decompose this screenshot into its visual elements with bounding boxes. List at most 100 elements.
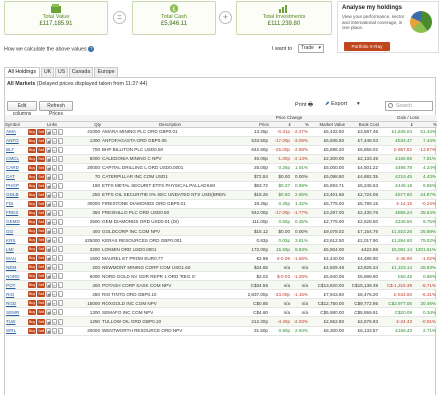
portfolio-xray-button[interactable]: Portfolio X-Ray [344,42,390,51]
chart-icon[interactable]: ▦ [46,318,52,325]
news-icon[interactable]: ≡ [52,327,58,334]
chart-icon[interactable]: ▦ [46,273,52,280]
sell-button[interactable]: Sell [37,291,46,298]
symbol-link[interactable]: ANTO [6,138,19,143]
holding-symbol[interactable]: RIO [5,289,27,300]
holding-symbol[interactable]: RGD [5,298,27,309]
holding-symbol[interactable]: CARD [5,163,27,173]
help-icon[interactable]: ? [88,46,95,52]
buy-button[interactable]: Buy [28,327,37,334]
news-icon[interactable]: ≡ [52,155,58,162]
holding-symbol[interactable]: LMI [5,244,27,255]
chart-icon[interactable]: ▦ [46,255,52,262]
chart-icon[interactable]: ▦ [46,309,52,316]
news-icon[interactable]: ≡ [52,164,58,171]
holding-symbol[interactable]: FRES [5,208,27,218]
alert-icon[interactable]: ! [58,255,64,262]
holding-symbol[interactable]: CMCL [5,154,27,164]
alert-icon[interactable]: ! [58,246,64,253]
chart-icon[interactable]: ▦ [46,200,52,207]
tab-uk[interactable]: UK [41,67,54,77]
buy-button[interactable]: Buy [28,155,37,162]
symbol-link[interactable]: BLT [6,147,14,152]
export-button[interactable]: ⬈ Export [325,101,347,107]
news-icon[interactable]: ≡ [52,255,58,262]
alert-icon[interactable]: ! [58,128,64,135]
buy-button[interactable]: Buy [28,209,37,216]
alert-icon[interactable]: ! [58,137,64,144]
news-icon[interactable]: ≡ [52,146,58,153]
sell-button[interactable]: Sell [37,182,46,189]
alert-icon[interactable]: ! [58,273,64,280]
alert-icon[interactable]: ! [58,191,64,198]
chart-icon[interactable]: ▦ [46,228,52,235]
symbol-link[interactable]: NORD [6,274,20,279]
sell-button[interactable]: Sell [37,246,46,253]
print-button[interactable]: Print 🖶 [295,101,313,110]
news-icon[interactable]: ≡ [52,282,58,289]
news-icon[interactable]: ≡ [52,137,58,144]
news-icon[interactable]: ≡ [52,182,58,189]
symbol-link[interactable]: TLW [6,319,15,324]
sell-button[interactable]: Sell [37,164,46,171]
symbol-link[interactable]: WRL [6,328,16,333]
news-icon[interactable]: ≡ [52,237,58,244]
sell-button[interactable]: Sell [37,228,46,235]
chart-icon[interactable]: ▦ [46,173,52,180]
sell-button[interactable]: Sell [37,327,46,334]
symbol-link[interactable]: PHGP [6,183,19,188]
holding-symbol[interactable]: NEM [5,262,27,273]
buy-button[interactable]: Buy [28,191,37,198]
buy-button[interactable]: Buy [28,128,37,135]
buy-button[interactable]: Buy [28,246,37,253]
news-icon[interactable]: ≡ [52,191,58,198]
symbol-link[interactable]: GEMD [6,219,20,224]
buy-button[interactable]: Buy [28,264,37,271]
sell-button[interactable]: Sell [37,273,46,280]
sell-button[interactable]: Sell [37,173,46,180]
symbol-link[interactable]: CAT [6,174,15,179]
chart-icon[interactable]: ▦ [46,218,52,225]
buy-button[interactable]: Buy [28,164,37,171]
buy-button[interactable]: Buy [28,318,37,325]
sell-button[interactable]: Sell [37,218,46,225]
holding-symbol[interactable]: CAT [5,172,27,182]
buy-button[interactable]: Buy [28,309,37,316]
alert-icon[interactable]: ! [58,264,64,271]
holding-symbol[interactable]: KRS [5,235,27,246]
news-icon[interactable]: ≡ [52,273,58,280]
alert-icon[interactable]: ! [58,309,64,316]
buy-button[interactable]: Buy [28,146,37,153]
alert-icon[interactable]: ! [58,173,64,180]
search-input[interactable]: Search [385,101,433,111]
chart-icon[interactable]: ▦ [46,128,52,135]
chart-icon[interactable]: ▦ [46,282,52,289]
tab-all-holdings[interactable]: All Holdings [4,67,40,77]
symbol-link[interactable]: RGD [6,301,16,306]
alert-icon[interactable]: ! [58,318,64,325]
holding-symbol[interactable]: MAU [5,253,27,264]
symbol-link[interactable]: GG [6,229,13,234]
news-icon[interactable]: ≡ [52,218,58,225]
holding-symbol[interactable]: WRL [5,326,27,336]
sell-button[interactable]: Sell [37,191,46,198]
symbol-link[interactable]: LMI [6,247,14,252]
sell-button[interactable]: Sell [37,209,46,216]
news-icon[interactable]: ≡ [52,173,58,180]
holding-symbol[interactable]: BLT [5,145,27,155]
symbol-link[interactable]: NEM [6,265,16,270]
trade-select[interactable]: Trade ▾ [298,44,324,53]
chart-icon[interactable]: ▦ [46,137,52,144]
sell-button[interactable]: Sell [37,146,46,153]
holding-symbol[interactable]: PHGP [5,181,27,191]
chart-icon[interactable]: ▦ [46,246,52,253]
alert-icon[interactable]: ! [58,218,64,225]
alert-icon[interactable]: ! [58,228,64,235]
holding-symbol[interactable]: AMA [5,127,27,137]
symbol-link[interactable]: SEMR [6,310,19,315]
holding-symbol[interactable]: GG [5,226,27,237]
sell-button[interactable]: Sell [37,237,46,244]
alert-icon[interactable]: ! [58,182,64,189]
holding-symbol[interactable]: NORD [5,271,27,282]
sell-button[interactable]: Sell [37,282,46,289]
